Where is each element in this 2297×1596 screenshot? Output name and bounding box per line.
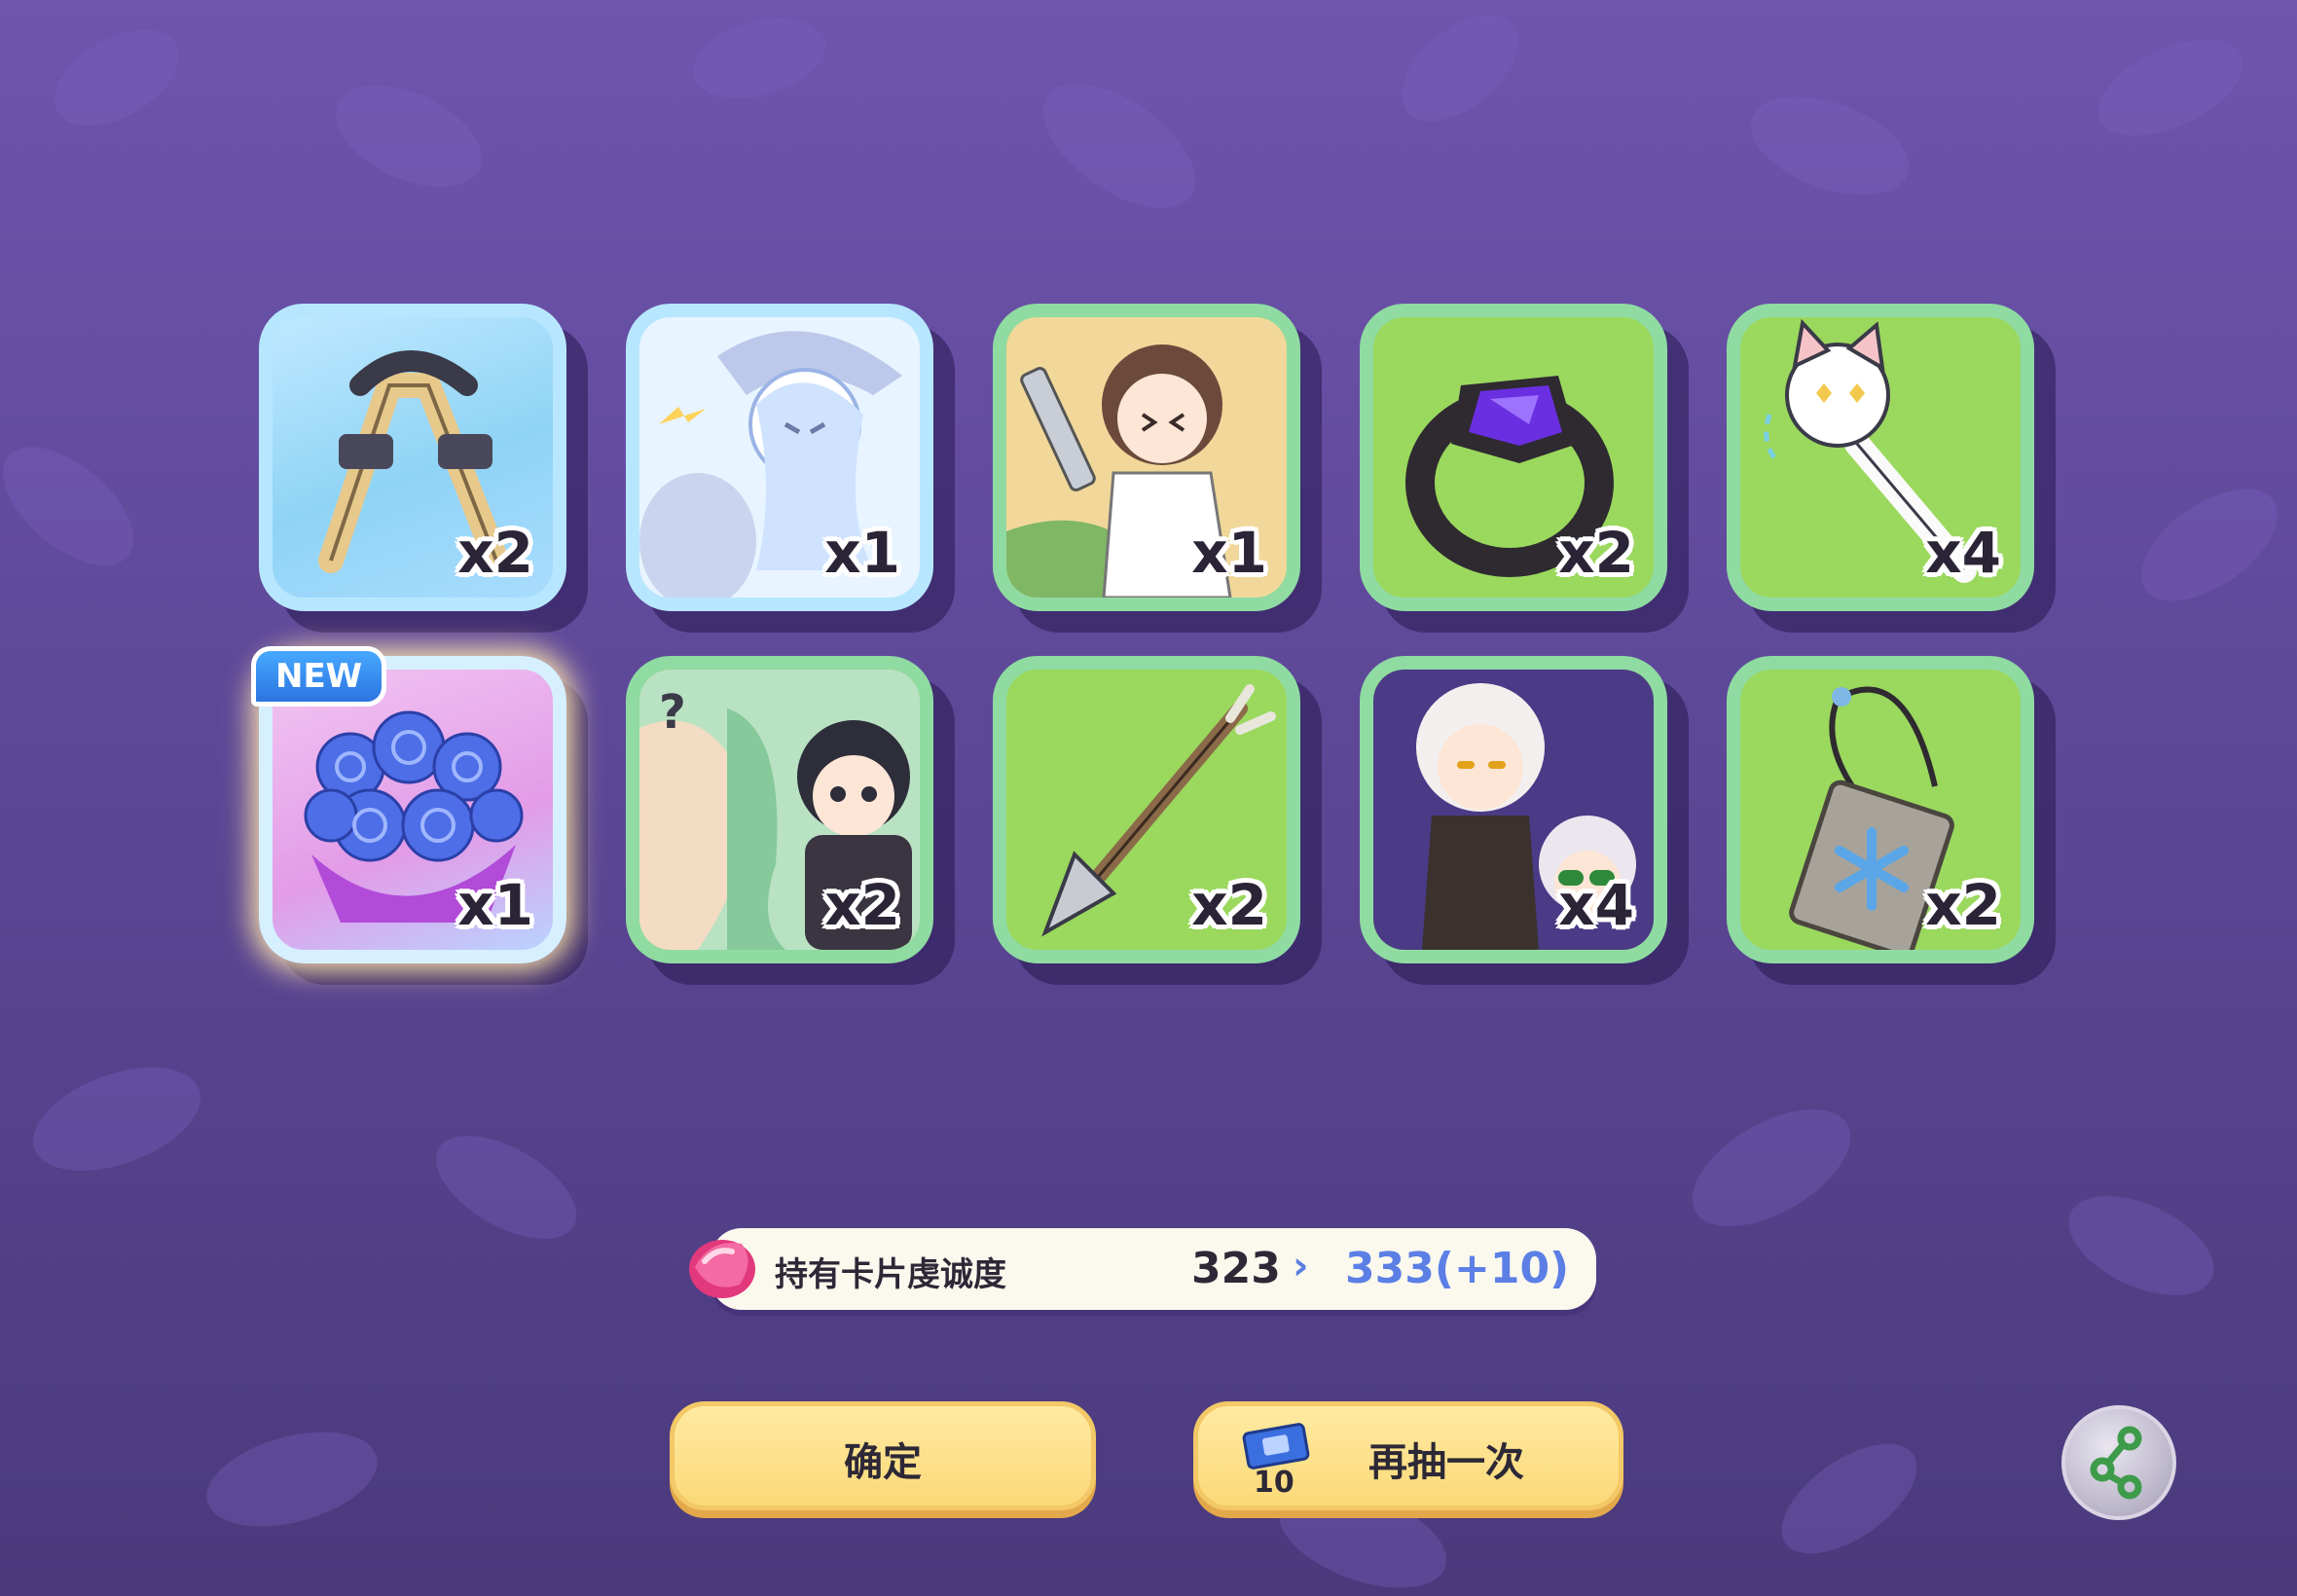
reward-card[interactable]: x2 (1360, 304, 1689, 633)
reward-card[interactable]: ? x2 (626, 656, 955, 985)
quantity-label: x1 (457, 872, 533, 938)
quantity-label: x2 (1558, 520, 1634, 586)
card-devotion-bar: 持有卡片虔诚度 323 › 333(+10) (681, 1228, 1596, 1310)
share-button[interactable] (2061, 1405, 2176, 1520)
devotion-new-value: 333(+10) (1345, 1244, 1570, 1293)
reward-card[interactable]: x1 (993, 304, 1322, 633)
quantity-label: x1 (824, 520, 900, 586)
new-badge: NEW (251, 646, 387, 707)
confirm-button-label: 确定 (844, 1440, 922, 1485)
reward-grid: x2 x1 x1 x2 x4 x1 NEW ? x2 x2 x4 x2 (251, 304, 2056, 985)
quantity-label: x2 (457, 520, 533, 586)
reward-card[interactable]: x2 (259, 304, 588, 633)
reward-card[interactable]: x1 (626, 304, 955, 633)
devotion-current-value: 323 (1191, 1244, 1281, 1293)
devotion-label: 持有卡片虔诚度 (775, 1255, 1006, 1294)
reward-card[interactable]: x4 (1727, 304, 2056, 633)
quantity-label: x4 (1925, 520, 2001, 586)
reward-card[interactable]: x1 NEW (251, 646, 588, 985)
confirm-button[interactable]: 确定 (670, 1401, 1096, 1518)
quantity-label: x1 (1191, 520, 1267, 586)
draw-again-button[interactable]: 10 再抽一次 (1193, 1401, 1623, 1518)
reward-card[interactable]: x2 (1727, 656, 2056, 985)
quantity-label: x2 (824, 872, 900, 938)
reward-card[interactable]: x4 (1360, 656, 1689, 985)
ticket-cost: 10 (1254, 1466, 1294, 1500)
pink-gem-icon (689, 1240, 755, 1298)
chevron-right-icon: › (1293, 1244, 1309, 1288)
ticket-icon (1242, 1423, 1310, 1469)
quantity-label: x2 (1925, 872, 2001, 938)
quantity-label: x2 (1191, 872, 1267, 938)
draw-again-label: 再抽一次 (1368, 1440, 1524, 1485)
share-icon (2090, 1426, 2142, 1500)
svg-text:?: ? (659, 685, 686, 740)
reward-card[interactable]: x2 (993, 656, 1322, 985)
quantity-label: x4 (1558, 872, 1634, 938)
